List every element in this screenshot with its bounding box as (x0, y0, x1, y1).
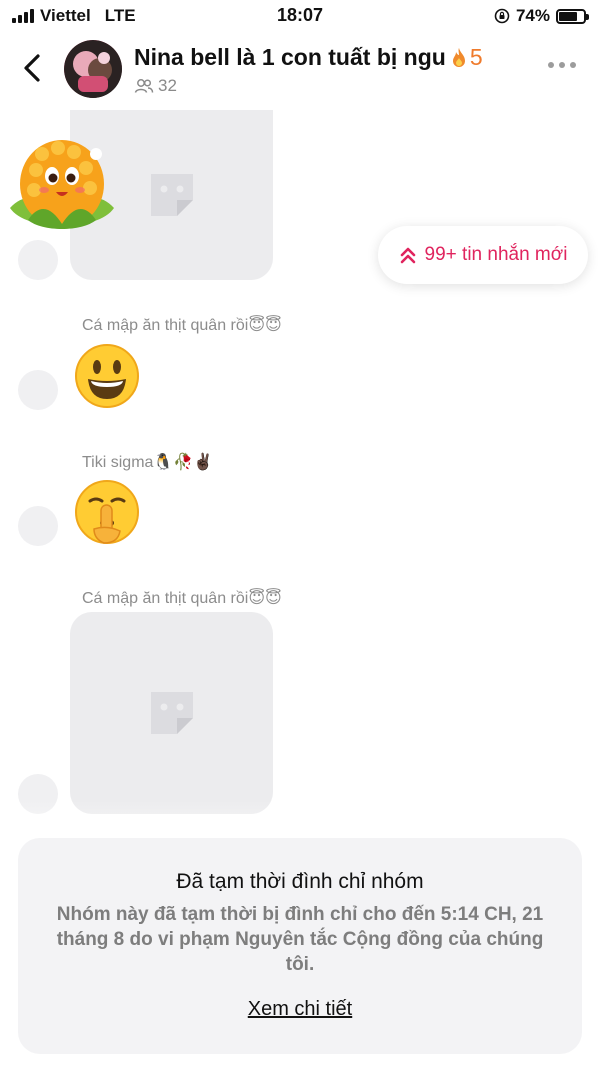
sender-avatar[interactable] (18, 506, 58, 546)
status-right: 74% (494, 6, 589, 26)
group-avatar[interactable] (64, 40, 122, 98)
suspend-title: Đã tạm thời đình chỉ nhóm (176, 870, 424, 893)
battery-icon (556, 8, 589, 24)
back-button[interactable] (16, 50, 48, 86)
ellipsis-icon (548, 62, 554, 68)
sender-avatar[interactable] (18, 370, 58, 410)
view-details-link[interactable]: Xem chi tiết (18, 998, 582, 1021)
shushing-emoji-message[interactable] (74, 479, 140, 545)
double-chevron-up-icon (400, 247, 415, 264)
corn-mascot-icon (10, 132, 114, 229)
member-count: 32 (158, 76, 177, 95)
sender-name: Cá mập ăn thịt quân rồi😇😇 (82, 590, 282, 607)
sender-name: Cá mập ăn thịt quân rồi😇😇 (82, 317, 282, 334)
group-title-row[interactable]: Nina bell là 1 con tuất bị ngu 5 (134, 44, 534, 71)
chevron-left-icon (24, 54, 40, 82)
sticker-icon (150, 174, 193, 216)
mascot-sticker (6, 128, 118, 238)
new-messages-label: 99+ tin nhắn mới (424, 244, 568, 265)
sender-name: Tiki sigma🐧🥀✌🏿 (82, 454, 214, 471)
shushing-face-icon (75, 480, 139, 544)
member-count-row[interactable]: 32 (134, 76, 177, 96)
new-messages-button[interactable]: 99+ tin nhắn mới (378, 226, 588, 284)
orientation-lock-icon (494, 8, 510, 24)
status-bar: Viettel LTE 18:07 74% (0, 0, 600, 30)
grinning-face-icon (75, 344, 139, 408)
streak-count: 5 (469, 44, 483, 70)
more-options-button[interactable] (548, 62, 576, 68)
suspend-body: Nhóm này đã tạm thời bị đình chỉ cho đến… (56, 904, 544, 975)
group-name: Nina bell là 1 con tuất bị ngu (134, 44, 446, 70)
streak-badge: 5 (450, 44, 483, 71)
people-icon (134, 79, 154, 93)
battery-percent: 74% (515, 6, 550, 25)
battery-level (559, 11, 577, 21)
avatar-image (64, 40, 122, 98)
sticker-icon (150, 692, 193, 734)
sender-avatar[interactable] (18, 240, 58, 280)
group-suspended-notice: Đã tạm thời đình chỉ nhóm Nhóm này đã tạ… (18, 838, 582, 1054)
fire-icon (452, 47, 465, 67)
chat-header: Nina bell là 1 con tuất bị ngu 5 32 (0, 32, 600, 108)
grinning-emoji-message[interactable] (74, 343, 140, 409)
sticker-placeholder[interactable] (70, 612, 273, 814)
